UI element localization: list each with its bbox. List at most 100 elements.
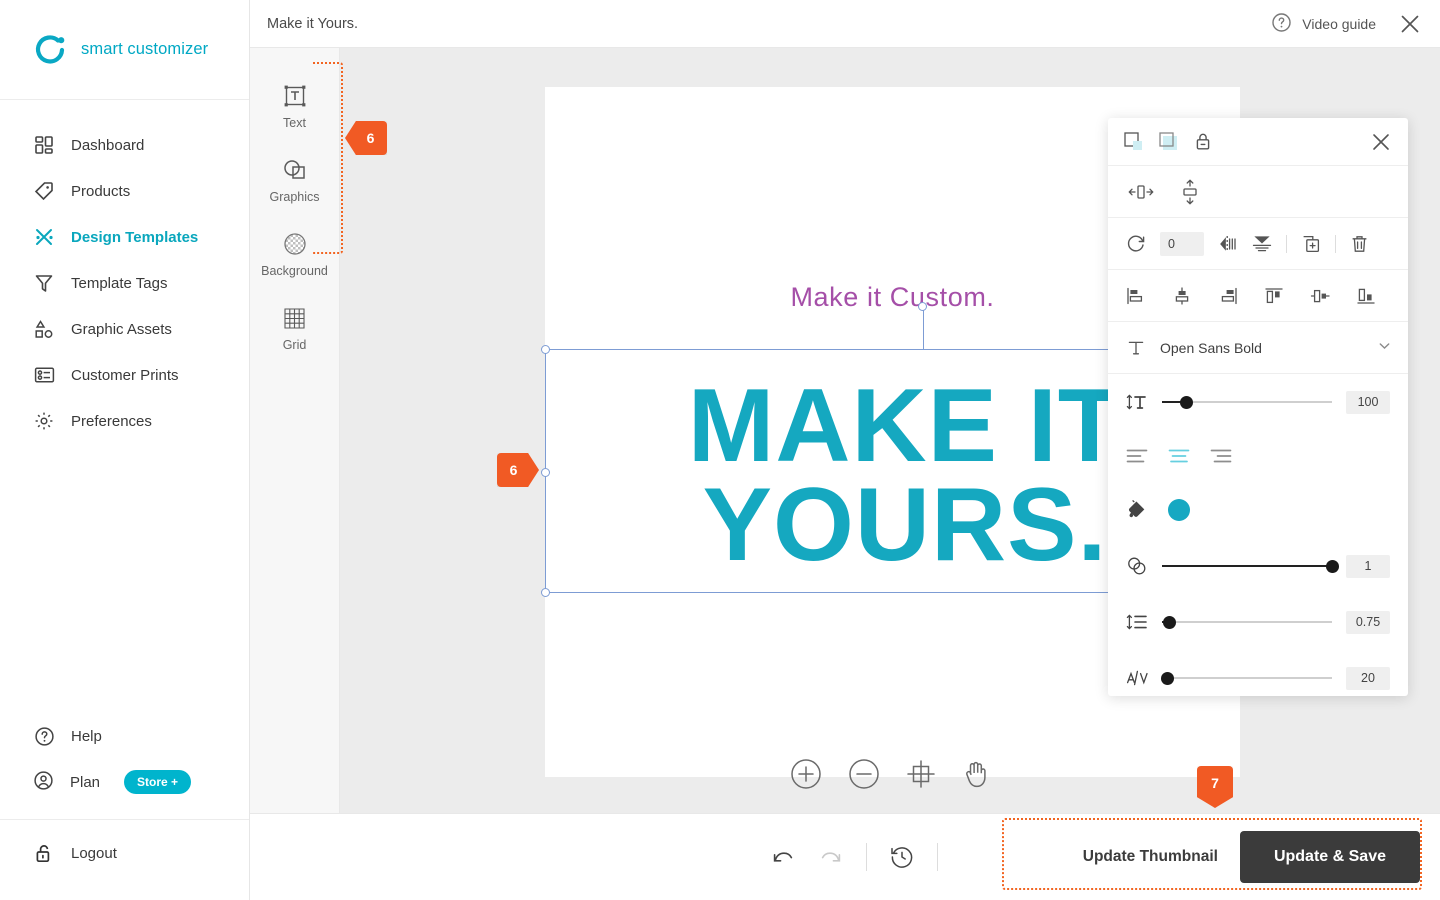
scissors-icon [33,226,55,248]
tool-label: Grid [282,338,307,352]
line-height-value[interactable]: 0.75 [1346,610,1390,634]
sidebar-item-graphic-assets[interactable]: Graphic Assets [0,306,249,352]
transform-row [1108,218,1408,270]
tool-background[interactable]: Background [250,218,339,292]
slider-knob[interactable] [1179,395,1193,409]
align-middle-icon[interactable] [1310,287,1330,305]
opacity-value[interactable]: 1 [1346,554,1390,578]
align-left-icon[interactable] [1126,287,1146,305]
logout-wrap: Logout [0,820,249,900]
align-center-icon[interactable] [1172,286,1192,305]
sidebar: smart customizer Dashboard Products Desi… [0,0,250,900]
close-icon[interactable] [1370,131,1392,153]
letter-spacing-slider[interactable] [1161,669,1332,687]
slider-track [1162,621,1332,623]
callout-number: 6 [509,462,518,478]
hand-icon[interactable] [962,759,990,789]
font-picker[interactable]: Open Sans Bold [1108,322,1408,374]
sidebar-item-label: Preferences [71,412,152,430]
video-guide-label: Video guide [1302,15,1376,32]
crosshair-frame-icon[interactable] [906,759,936,789]
grid-icon [33,134,55,156]
sidebar-item-help[interactable]: Help [0,713,249,759]
letter-spacing-row: 20 [1108,650,1408,706]
close-icon[interactable] [1398,12,1422,36]
text-box-icon [282,83,308,109]
plus-circle-icon[interactable] [790,758,822,790]
undo-icon[interactable] [770,846,796,868]
flip-vertical-icon[interactable] [1252,234,1272,254]
sidebar-item-template-tags[interactable]: Template Tags [0,260,249,306]
letter-spacing-icon [1126,668,1150,688]
font-size-icon [1126,392,1148,412]
opacity-slider[interactable] [1162,557,1339,575]
text-align-row [1108,430,1408,482]
text-align-left-icon[interactable] [1126,448,1148,464]
sidebar-item-design-templates[interactable]: Design Templates [0,214,249,260]
paint-bucket-icon[interactable] [1126,499,1148,521]
fit-horizontal-icon[interactable] [1128,182,1154,202]
sidebar-item-dashboard[interactable]: Dashboard [0,122,249,168]
sidebar-item-customer-prints[interactable]: Customer Prints [0,352,249,398]
letter-spacing-value[interactable]: 20 [1346,666,1390,690]
font-name-label: Open Sans Bold [1160,339,1262,356]
opacity-row: 1 [1108,538,1408,594]
fill-color-swatch[interactable] [1168,499,1190,521]
sidebar-nav: Dashboard Products Design Templates Temp… [0,100,249,444]
stroke-transparency-icon[interactable] [1159,132,1178,151]
chevron-down-icon[interactable] [1379,342,1390,353]
font-size-slider[interactable] [1162,393,1332,411]
smart-customizer-app: smart customizer Dashboard Products Desi… [0,0,1440,900]
slider-knob[interactable] [1162,615,1176,629]
tool-grid[interactable]: Grid [250,292,339,366]
slider-knob[interactable] [1326,559,1339,573]
funnel-icon [33,272,55,294]
divider [937,843,938,871]
sidebar-item-plan[interactable]: Plan Store + [0,759,249,805]
slider-fill [1162,565,1332,567]
flip-horizontal-icon[interactable] [1218,235,1238,253]
sidebar-item-label: Customer Prints [71,366,179,384]
rotate-icon[interactable] [1126,234,1146,254]
font-size-row: 100 [1108,374,1408,430]
tool-text[interactable]: Text [250,70,339,144]
history-controls [770,843,938,871]
sidebar-item-logout[interactable]: Logout [0,830,249,876]
grid-lines-icon [283,305,306,331]
sidebar-item-preferences[interactable]: Preferences [0,398,249,444]
minus-circle-icon[interactable] [848,758,880,790]
duplicate-icon[interactable] [1301,234,1321,254]
lock-icon[interactable] [1194,132,1212,151]
font-size-value[interactable]: 100 [1346,390,1390,414]
fit-vertical-icon[interactable] [1180,178,1200,205]
tool-graphics[interactable]: Graphics [250,144,339,218]
history-clock-icon[interactable] [889,844,915,870]
line-height-slider[interactable] [1162,613,1332,631]
line-height-icon [1126,612,1148,632]
video-guide-button[interactable]: Video guide [1271,12,1376,36]
ring-dot-logo-icon [34,33,68,67]
font-t-icon [1126,338,1146,358]
sidebar-item-products[interactable]: Products [0,168,249,214]
text-align-right-icon[interactable] [1210,448,1232,464]
trash-icon[interactable] [1350,234,1369,254]
align-top-icon[interactable] [1264,287,1284,305]
opacity-circles-icon [1126,556,1148,576]
sidebar-item-label: Help [71,727,102,745]
align-bottom-icon[interactable] [1356,287,1376,305]
rotation-input[interactable] [1160,231,1204,256]
bottom-bar: Update Thumbnail Update & Save [250,813,1440,900]
divider [1335,234,1336,253]
store-plus-badge[interactable]: Store + [124,770,192,794]
update-and-save-button[interactable]: Update & Save [1239,831,1420,883]
align-right-icon[interactable] [1218,287,1238,305]
update-thumbnail-button[interactable]: Update Thumbnail [1061,836,1240,878]
slider-knob[interactable] [1161,671,1175,685]
user-circle-icon [33,770,54,795]
sidebar-item-label: Products [71,182,131,200]
text-align-center-icon[interactable] [1168,448,1190,464]
canvas-zoom-toolbar [790,758,990,790]
sidebar-item-label: Plan [70,773,101,791]
redo-icon[interactable] [818,846,844,868]
fill-transparency-icon[interactable] [1124,132,1143,151]
